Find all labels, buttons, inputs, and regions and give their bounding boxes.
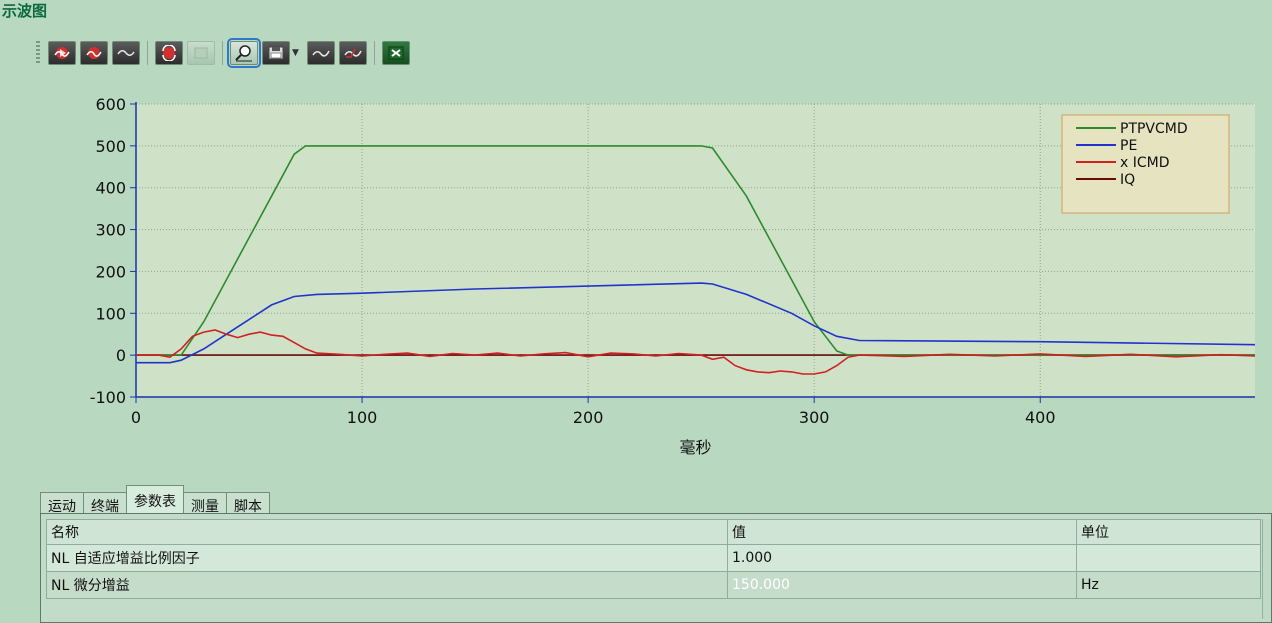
refresh-button[interactable] — [155, 41, 183, 65]
y-tick-label: 200 — [95, 262, 126, 281]
param-name-cell[interactable]: NL 自适应增益比例因子 — [46, 544, 728, 572]
oscilloscope-chart[interactable]: -100 0 100 200 300 400 500 600 0 100 200 300 400 毫秒 PT… — [0, 92, 1272, 472]
excel-icon — [388, 46, 404, 60]
start-capture-button[interactable] — [48, 41, 76, 65]
y-tick-label: 0 — [116, 346, 126, 365]
toolbar-separator — [373, 41, 375, 65]
y-tick-label: 400 — [95, 179, 126, 198]
disabled-button — [187, 41, 215, 65]
column-header-unit[interactable]: 单位 — [1076, 519, 1261, 545]
tab-parameters[interactable]: 参数表 — [126, 485, 184, 514]
table-row[interactable]: NL 微分增益 150.000 Hz — [46, 571, 1261, 599]
tab-motion[interactable]: 运动 — [40, 492, 84, 515]
toolbar-separator — [222, 41, 223, 65]
stop-capture-button[interactable] — [80, 41, 108, 65]
magnifier-icon — [235, 45, 252, 62]
toolbar-grip[interactable] — [36, 41, 40, 65]
export-excel-button[interactable] — [381, 41, 410, 65]
wave-trigger-icon — [344, 48, 362, 58]
floppy-icon — [268, 46, 284, 60]
save-dropdown-arrow-icon[interactable]: ▼ — [292, 48, 299, 58]
x-tick-label: 400 — [1025, 408, 1056, 427]
grid-vertical-scrollbar[interactable] — [1262, 519, 1271, 619]
table-header-row: 名称 值 单位 — [46, 519, 1261, 545]
param-value-cell-selected[interactable]: 150.000 — [727, 571, 1077, 599]
zoom-button[interactable] — [227, 38, 261, 68]
x-tick-label: 100 — [347, 408, 378, 427]
blank-icon — [194, 47, 208, 59]
table-row[interactable]: NL 自适应增益比例因子 1.000 — [46, 544, 1261, 572]
refresh-wave-icon — [162, 45, 176, 61]
parameters-table: 名称 值 单位 NL 自适应增益比例因子 1.000 NL 微分增益 150.0… — [46, 519, 1261, 599]
x-tick-label: 200 — [573, 408, 604, 427]
toolbar-separator — [147, 41, 148, 65]
tab-terminal[interactable]: 终端 — [83, 492, 127, 515]
y-tick-label: 500 — [95, 137, 126, 156]
param-value-cell[interactable]: 1.000 — [727, 544, 1077, 572]
column-header-name[interactable]: 名称 — [46, 519, 728, 545]
y-tick-label: 600 — [95, 95, 126, 114]
y-tick-label: -100 — [90, 388, 126, 407]
legend-label: x ICMD — [1120, 155, 1170, 171]
save-button[interactable] — [262, 41, 290, 65]
window-title: 示波图 — [2, 2, 48, 20]
param-unit-cell[interactable] — [1076, 544, 1261, 572]
overlay-button[interactable] — [306, 41, 335, 65]
wave-compare-icon — [312, 50, 330, 57]
param-name-cell[interactable]: NL 微分增益 — [46, 571, 728, 599]
trigger-button[interactable] — [338, 41, 367, 65]
play-wave-icon — [54, 47, 70, 59]
y-tick-label: 300 — [95, 221, 126, 240]
legend-label: PTPVCMD — [1120, 121, 1188, 137]
x-tick-label: 300 — [799, 408, 830, 427]
toolbar: ▼ — [36, 38, 410, 68]
column-header-value[interactable]: 值 — [727, 519, 1077, 545]
x-axis-label: 毫秒 — [679, 438, 711, 457]
tab-measure[interactable]: 测量 — [183, 492, 227, 515]
x-tick-label: 0 — [131, 408, 141, 427]
bottom-tabs: 运动 终端 参数表 测量 脚本 — [40, 484, 270, 515]
legend-label: IQ — [1120, 172, 1135, 188]
single-capture-button[interactable] — [112, 41, 140, 65]
wave-icon — [117, 50, 135, 56]
legend-label: PE — [1120, 138, 1137, 154]
stop-wave-icon — [86, 47, 102, 59]
tab-script[interactable]: 脚本 — [226, 492, 270, 515]
y-tick-label: 100 — [95, 304, 126, 323]
parameters-grid: 名称 值 单位 NL 自适应增益比例因子 1.000 NL 微分增益 150.0… — [40, 513, 1272, 623]
param-unit-cell[interactable]: Hz — [1076, 571, 1261, 599]
